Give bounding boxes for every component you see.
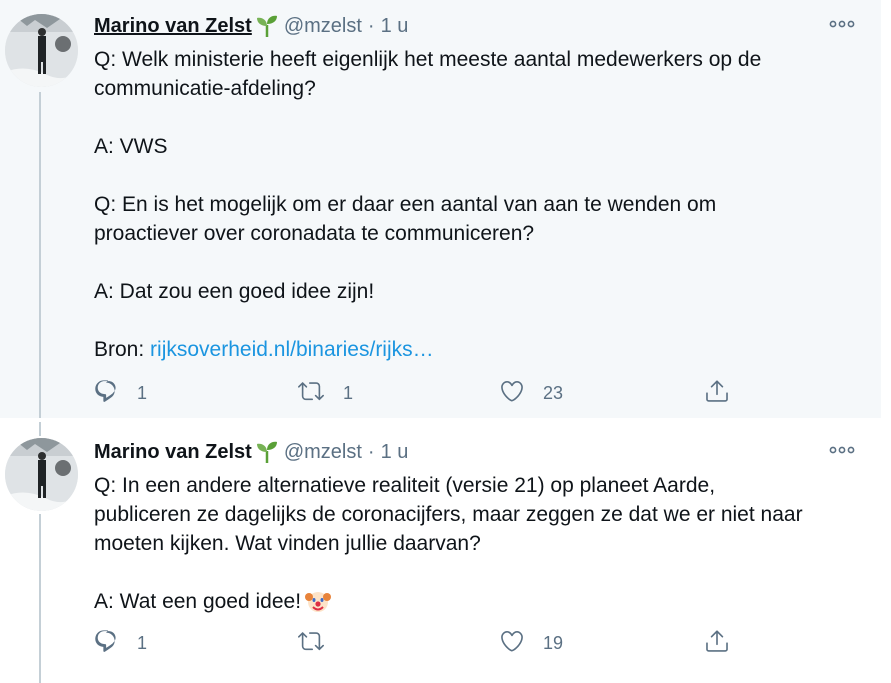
share-button[interactable] xyxy=(704,628,730,658)
reply-icon xyxy=(93,378,119,409)
author-name[interactable]: Marino van Zelst xyxy=(94,15,252,38)
separator: · xyxy=(367,440,375,463)
tweet-text: Q: In een andere alternatieve realiteit … xyxy=(94,471,864,622)
thread-line xyxy=(39,422,41,436)
sprout-emoji xyxy=(255,440,278,464)
text-line: A: Wat een goed idee! xyxy=(94,587,864,622)
source-line: Bron: rijksoverheid.nl/binaries/rijks… xyxy=(94,335,864,364)
source-label: Bron: xyxy=(94,338,145,361)
avatar[interactable] xyxy=(5,14,78,87)
text-line: A: Dat zou een goed idee zijn! xyxy=(94,280,375,303)
more-icon[interactable] xyxy=(827,438,857,462)
more-icon[interactable] xyxy=(827,12,857,36)
thread-line xyxy=(39,92,41,418)
action-bar: 1 19 xyxy=(93,628,753,658)
author-name[interactable]: Marino van Zelst xyxy=(94,441,252,464)
text-line: Q: Welk ministerie heeft eigenlijk het m… xyxy=(94,48,762,71)
source-link[interactable]: rijksoverheid.nl/binaries/rijks… xyxy=(150,338,434,361)
text-line: communicatie-afdeling? xyxy=(94,77,316,100)
reply-count: 1 xyxy=(137,382,148,403)
sprout-emoji xyxy=(255,14,278,38)
avatar[interactable] xyxy=(5,438,78,511)
reply-button[interactable]: 1 xyxy=(93,378,147,408)
text-line: proactiever over coronadata te communice… xyxy=(94,222,535,245)
like-button[interactable]: 19 xyxy=(499,628,563,658)
answer-text: A: Wat een goed idee! xyxy=(94,590,302,613)
tweet-header: Marino van Zelst @mzelst · 1 u xyxy=(94,12,408,40)
thread-line xyxy=(39,514,41,683)
timestamp[interactable]: 1 u xyxy=(381,441,409,464)
clown-emoji xyxy=(305,588,332,622)
text-line: Q: In een andere alternatieve realiteit … xyxy=(94,474,716,497)
share-icon xyxy=(704,378,730,409)
retweet-icon xyxy=(297,628,325,659)
text-line: Q: En is het mogelijk om er daar een aan… xyxy=(94,193,717,216)
retweet-icon xyxy=(297,378,325,409)
like-button[interactable]: 23 xyxy=(499,378,563,408)
retweet-button[interactable]: 1 xyxy=(297,378,353,408)
author-handle[interactable]: @mzelst xyxy=(284,15,362,38)
retweet-count: 1 xyxy=(343,382,354,403)
like-icon xyxy=(499,628,525,659)
author-handle[interactable]: @mzelst xyxy=(284,441,362,464)
tweet-1[interactable]: Marino van Zelst @mzelst · 1 u Q: Welk m… xyxy=(0,0,881,418)
like-count: 19 xyxy=(543,632,564,653)
separator: · xyxy=(367,14,375,37)
reply-icon xyxy=(93,628,119,659)
text-line: publiceren ze dagelijks de coronacijfers… xyxy=(94,503,803,526)
tweet-text: Q: Welk ministerie heeft eigenlijk het m… xyxy=(94,45,864,364)
share-icon xyxy=(704,628,730,659)
retweet-button[interactable] xyxy=(297,628,343,658)
like-count: 23 xyxy=(543,382,564,403)
text-line: A: VWS xyxy=(94,135,168,158)
reply-button[interactable]: 1 xyxy=(93,628,147,658)
share-button[interactable] xyxy=(704,378,730,408)
reply-count: 1 xyxy=(137,632,148,653)
text-line: moeten kijken. Wat vinden jullie daarvan… xyxy=(94,532,481,555)
tweet-header: Marino van Zelst @mzelst · 1 u xyxy=(94,438,408,466)
action-bar: 1 1 23 xyxy=(93,378,753,408)
timestamp[interactable]: 1 u xyxy=(381,15,409,38)
tweet-2[interactable]: Marino van Zelst @mzelst · 1 u Q: In een… xyxy=(0,422,881,683)
like-icon xyxy=(499,378,525,409)
